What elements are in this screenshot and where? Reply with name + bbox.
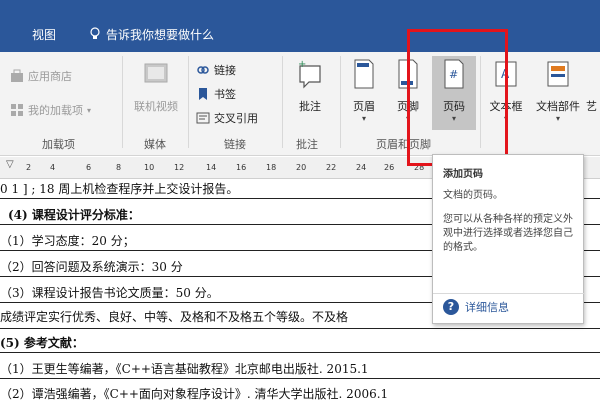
app-store-label: 应用商店	[28, 70, 72, 83]
comment-button[interactable]: + 批注	[288, 56, 332, 130]
ruler-tick: 12	[174, 163, 185, 172]
doc-parts-label: 文档部件	[536, 100, 580, 113]
my-addins-button[interactable]: 我的加载项 ▾	[10, 102, 91, 118]
tooltip-body: 您可以从各种各样的预定义外观中进行选择或者选择您自己的格式。	[443, 214, 573, 253]
bookmark-icon	[199, 88, 207, 100]
group-divider	[122, 56, 123, 148]
header-label: 页眉	[353, 100, 375, 113]
link-button[interactable]: 链接	[196, 62, 236, 78]
ruler-tick: 22	[326, 163, 337, 172]
bookmark-button[interactable]: 书签	[196, 86, 236, 102]
doc-parts-icon	[547, 61, 569, 87]
tooltip-description: 文档的页码。	[443, 190, 503, 201]
cross-reference-icon	[196, 112, 210, 124]
svg-text:+: +	[298, 59, 306, 70]
doc-parts-button[interactable]: 文档部件 ▾	[532, 56, 584, 130]
lightbulb-icon	[90, 27, 100, 39]
ruler-tick: 2	[26, 163, 32, 172]
header-icon	[354, 59, 374, 89]
help-icon: ?	[443, 299, 459, 315]
chevron-down-icon: ▾	[361, 114, 366, 123]
link-label: 链接	[214, 64, 236, 77]
wordart-button[interactable]: 艺	[586, 56, 600, 130]
link-icon	[197, 66, 209, 74]
group-divider	[282, 56, 283, 148]
ribbon: 应用商店 我的加载项 ▾ 加载项 联机视频 媒体 链接 书签 交叉引用 链接 +…	[0, 52, 600, 156]
ruler-tick: 6	[86, 163, 92, 172]
addins-icon	[11, 104, 23, 116]
cross-reference-label: 交叉引用	[214, 112, 258, 125]
ruler-tick: 20	[296, 163, 307, 172]
tell-me-more-label: 详细信息	[465, 301, 509, 314]
page-number-tooltip: 添加页码 文档的页码。 您可以从各种各样的预定义外观中进行选择或者选择您自己的格…	[432, 154, 585, 324]
table-border	[0, 378, 600, 379]
ruler-tick: 4	[50, 163, 56, 172]
title-bar	[0, 0, 600, 18]
wordart-label: 艺	[586, 100, 597, 113]
bookmark-label: 书签	[214, 88, 236, 101]
online-video-label: 联机视频	[134, 100, 178, 113]
comment-label: 批注	[299, 100, 321, 113]
highlight-box	[407, 29, 508, 166]
cross-reference-button[interactable]: 交叉引用	[196, 110, 258, 126]
tooltip-divider	[433, 293, 585, 294]
doc-line: （2）谭浩强编著，《C++面向对象程序设计》. 清华大学出版社. 2006.1	[0, 387, 389, 400]
group-label-addins: 加载项	[42, 138, 75, 151]
tell-me-search[interactable]: 告诉我你想要做什么	[106, 26, 214, 43]
group-label-comments: 批注	[296, 138, 318, 151]
video-icon	[144, 63, 168, 83]
app-store-button[interactable]: 应用商店	[10, 68, 72, 84]
chevron-down-icon: ▾	[87, 105, 92, 115]
comment-icon: +	[298, 59, 321, 89]
online-video-button[interactable]: 联机视频	[128, 56, 184, 130]
group-divider	[340, 56, 341, 148]
header-button[interactable]: 页眉 ▾	[342, 56, 386, 130]
group-divider	[188, 56, 189, 148]
menu-view[interactable]: 视图	[32, 26, 56, 43]
doc-line: （1）王更生等编著，《C++语言基础教程》北京邮电出版社. 2015.1	[0, 362, 369, 376]
ruler-tick: 26	[384, 163, 395, 172]
table-border	[0, 328, 600, 329]
chevron-down-icon: ▾	[555, 114, 560, 123]
ruler-tick: 14	[206, 163, 217, 172]
group-label-media: 媒体	[144, 138, 166, 151]
store-icon	[11, 69, 23, 82]
ruler-tick: 18	[266, 163, 277, 172]
indent-marker-icon[interactable]: ▽	[6, 159, 14, 170]
my-addins-label: 我的加载项	[28, 104, 83, 117]
tell-me-more-link[interactable]: ? 详细信息	[443, 299, 509, 315]
ruler-tick: 16	[236, 163, 247, 172]
ruler-tick: 24	[356, 163, 367, 172]
ruler-tick: 10	[144, 163, 155, 172]
group-label-links: 链接	[224, 138, 246, 151]
doc-heading-5: (5) 参考文献：	[0, 336, 84, 350]
table-border	[0, 352, 600, 353]
tooltip-title: 添加页码	[443, 169, 483, 180]
ruler-tick: 8	[116, 163, 122, 172]
menu-bar: 视图 告诉我你想要做什么	[0, 18, 600, 52]
